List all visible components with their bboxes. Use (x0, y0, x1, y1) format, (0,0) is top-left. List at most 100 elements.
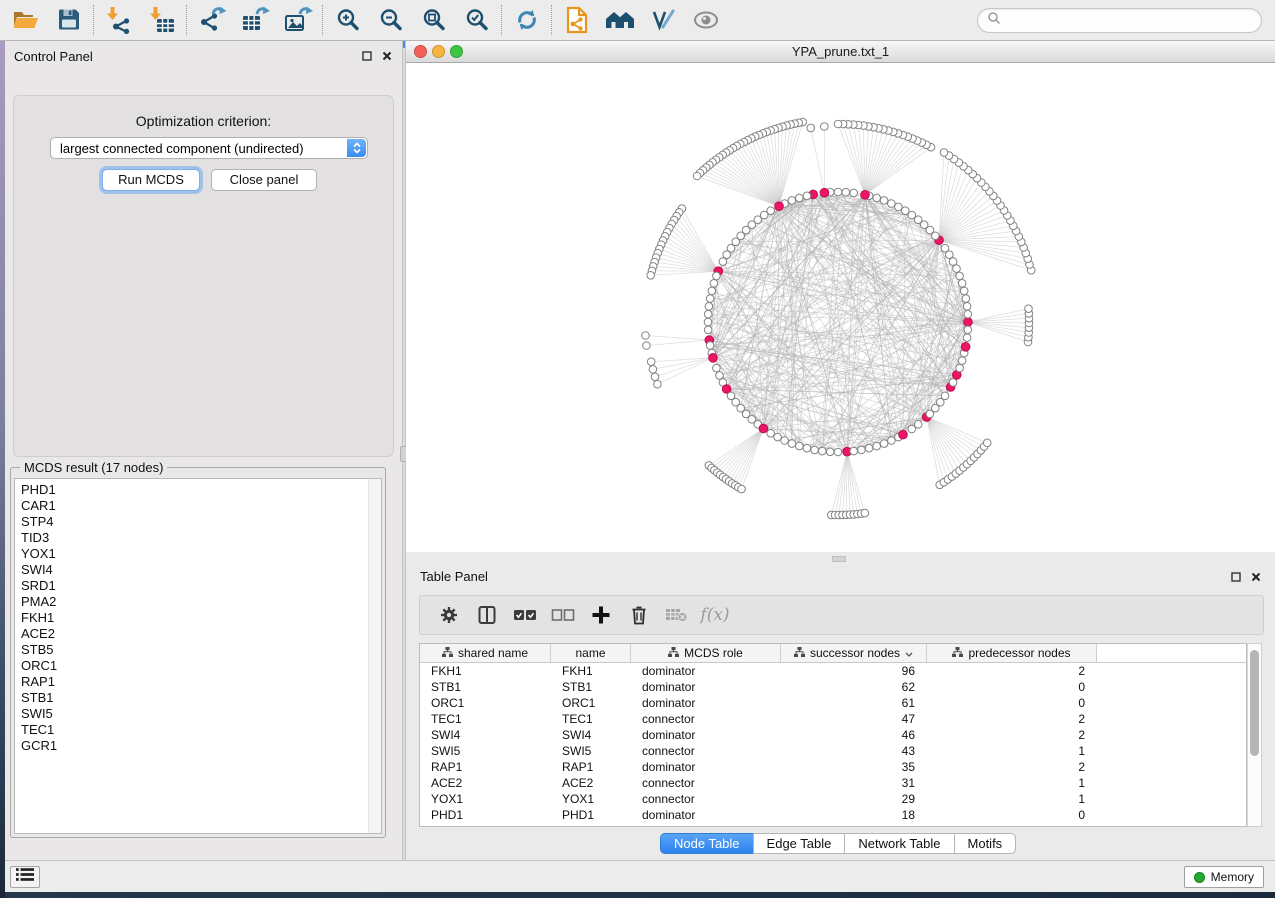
table-cell: STB1 (420, 679, 551, 695)
float-panel-icon[interactable] (1230, 571, 1241, 582)
mcds-result-item[interactable]: GCR1 (15, 738, 381, 754)
table-panel: Table Panel f(x) shared namenameMCDS rol… (406, 565, 1275, 860)
mcds-result-item[interactable]: CAR1 (15, 498, 381, 514)
mcds-result-item[interactable]: STB5 (15, 642, 381, 658)
toolbar-separator (93, 5, 94, 35)
network-canvas[interactable] (406, 63, 1275, 552)
mcds-result-item[interactable]: FKH1 (15, 610, 381, 626)
table-row[interactable]: SWI4SWI4dominator462 (420, 727, 1246, 743)
mcds-result-item[interactable]: RAP1 (15, 674, 381, 690)
tab-motifs[interactable]: Motifs (954, 833, 1017, 854)
import-table-icon[interactable] (140, 2, 183, 38)
mcds-result-item[interactable]: STB1 (15, 690, 381, 706)
table-scrollbar[interactable] (1247, 643, 1262, 827)
zoom-in-icon[interactable] (326, 2, 369, 38)
mcds-result-item[interactable]: SWI4 (15, 562, 381, 578)
mcds-result-item[interactable]: YOX1 (15, 546, 381, 562)
table-cell: 0 (927, 695, 1097, 711)
mcds-result-item[interactable]: PHD1 (15, 482, 381, 498)
zoom-selected-icon[interactable] (455, 2, 498, 38)
home-icon[interactable] (598, 2, 641, 38)
column-header[interactable]: MCDS role (631, 644, 781, 662)
tab-node-table[interactable]: Node Table (660, 833, 754, 854)
table-cell: dominator (631, 727, 781, 743)
horizontal-splitter[interactable] (406, 552, 1275, 565)
table-cell: 2 (927, 663, 1097, 679)
mcds-result-item[interactable]: SRD1 (15, 578, 381, 594)
network-title: YPA_prune.txt_1 (406, 44, 1275, 59)
export-table-icon[interactable] (233, 2, 276, 38)
graphics-details-icon[interactable] (641, 2, 684, 38)
column-header[interactable]: shared name (420, 644, 551, 662)
table-cell: TEC1 (551, 711, 631, 727)
zoom-out-icon[interactable] (369, 2, 412, 38)
import-network-icon[interactable] (97, 2, 140, 38)
zoom-fit-icon[interactable] (412, 2, 455, 38)
open-file-icon[interactable] (4, 2, 47, 38)
run-mcds-button[interactable]: Run MCDS (102, 169, 200, 191)
control-panel-title: Control Panel (14, 49, 93, 64)
refresh-icon[interactable] (505, 2, 548, 38)
column-header-label: predecessor nodes (968, 646, 1070, 660)
mcds-result-item[interactable]: SWI5 (15, 706, 381, 722)
table-row[interactable]: RAP1RAP1dominator352 (420, 759, 1246, 775)
table-row[interactable]: YOX1YOX1connector291 (420, 791, 1246, 807)
optimization-criterion-select[interactable]: largest connected component (undirected) (50, 137, 368, 159)
delete-icon[interactable] (620, 599, 658, 631)
tab-edge-table[interactable]: Edge Table (753, 833, 846, 854)
table-cell: dominator (631, 759, 781, 775)
table-cell: ACE2 (420, 775, 551, 791)
mcds-result-item[interactable]: ACE2 (15, 626, 381, 642)
hierarchy-icon (442, 646, 453, 660)
header-filler (1097, 644, 1246, 662)
save-session-icon[interactable] (47, 2, 90, 38)
table-cell: 1 (927, 775, 1097, 791)
table-row[interactable]: FKH1FKH1dominator962 (420, 663, 1246, 679)
mcds-result-list: PHD1CAR1STP4TID3YOX1SWI4SRD1PMA2FKH1ACE2… (14, 478, 382, 834)
memory-button[interactable]: Memory (1184, 866, 1264, 888)
mcds-result-item[interactable]: TEC1 (15, 722, 381, 738)
table-row[interactable]: PHD1PHD1dominator180 (420, 807, 1246, 823)
table-row[interactable]: STB1STB1dominator620 (420, 679, 1246, 695)
export-image-icon[interactable] (276, 2, 319, 38)
table-cell: 35 (781, 759, 927, 775)
list-icon (16, 867, 34, 887)
task-history-button[interactable] (10, 866, 40, 888)
table-row[interactable]: SWI5SWI5connector431 (420, 743, 1246, 759)
table-row[interactable]: ACE2ACE2connector311 (420, 775, 1246, 791)
table-cell: YOX1 (420, 791, 551, 807)
criterion-selected-value: largest connected component (undirected) (60, 141, 304, 156)
mcds-result-item[interactable]: TID3 (15, 530, 381, 546)
mcds-list-scrollbar[interactable] (368, 479, 381, 833)
column-header-label: shared name (458, 646, 528, 660)
table-scrollbar-thumb[interactable] (1250, 650, 1259, 756)
unselect-all-icon[interactable] (544, 599, 582, 631)
mcds-result-item[interactable]: STP4 (15, 514, 381, 530)
close-panel-icon[interactable] (381, 50, 392, 61)
columns-icon[interactable] (468, 599, 506, 631)
column-header[interactable]: successor nodes (781, 644, 927, 662)
network-file-icon[interactable] (555, 2, 598, 38)
column-header[interactable]: predecessor nodes (927, 644, 1097, 662)
table-row[interactable]: ORC1ORC1dominator610 (420, 695, 1246, 711)
close-panel-icon[interactable] (1250, 571, 1261, 582)
search-input[interactable] (1001, 13, 1261, 28)
splitter-accent (403, 41, 405, 48)
column-header[interactable]: name (551, 644, 631, 662)
tab-network-table[interactable]: Network Table (844, 833, 954, 854)
close-panel-button[interactable]: Close panel (211, 169, 317, 191)
birds-eye-icon[interactable] (684, 2, 727, 38)
table-row[interactable]: TEC1TEC1connector472 (420, 711, 1246, 727)
sort-descending-icon (905, 646, 913, 660)
mcds-result-item[interactable]: ORC1 (15, 658, 381, 674)
mcds-result-item[interactable]: PMA2 (15, 594, 381, 610)
network-window: YPA_prune.txt_1 (406, 41, 1275, 552)
gear-icon[interactable] (430, 599, 468, 631)
horizontal-splitter-handle[interactable] (832, 556, 846, 562)
select-all-icon[interactable] (506, 599, 544, 631)
float-panel-icon[interactable] (361, 50, 372, 61)
export-network-icon[interactable] (190, 2, 233, 38)
table-body: FKH1FKH1dominator962STB1STB1dominator620… (420, 663, 1246, 823)
add-icon[interactable] (582, 599, 620, 631)
table-cell: ACE2 (551, 775, 631, 791)
